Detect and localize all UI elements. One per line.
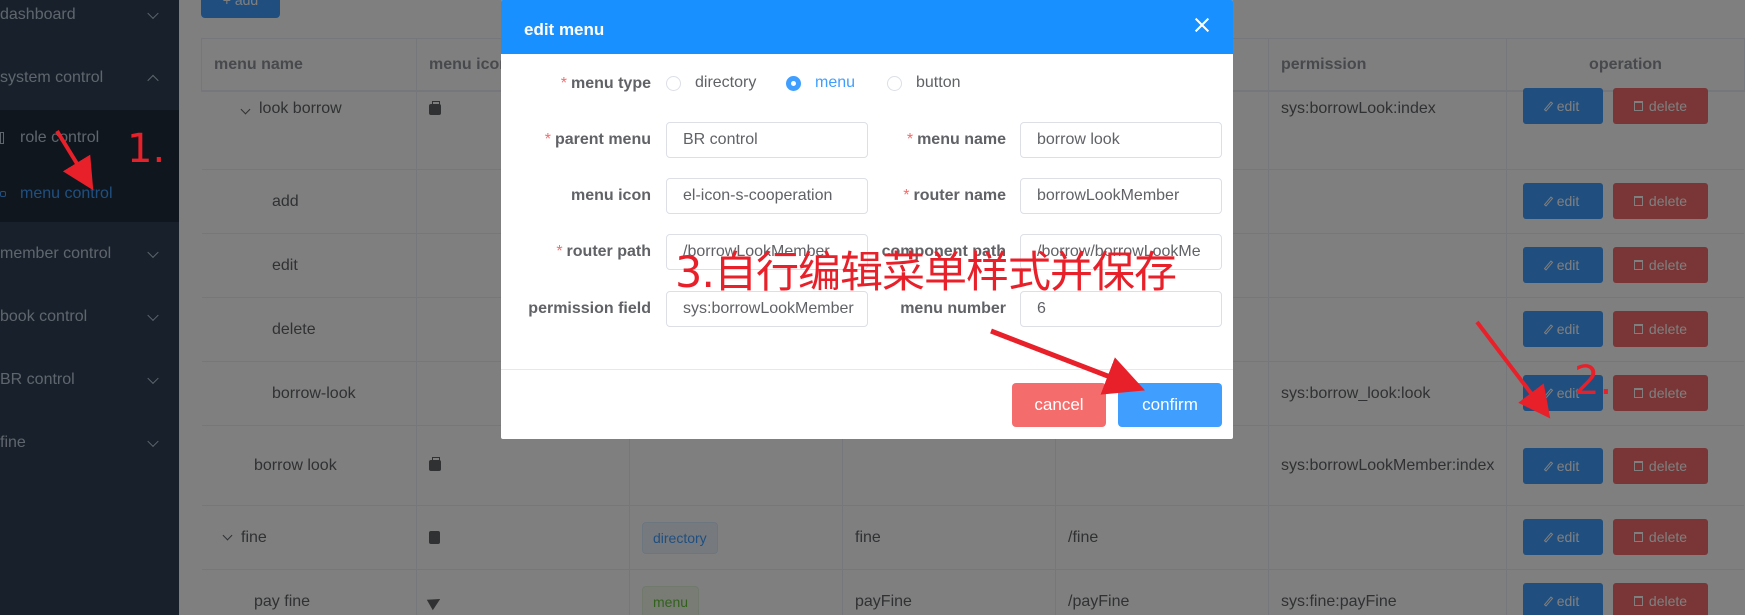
required-mark: *: [544, 131, 551, 148]
confirm-button[interactable]: confirm: [1118, 383, 1222, 427]
radio-label: menu: [815, 74, 856, 91]
router-path-label-text: router path: [566, 243, 651, 260]
dialog-title: edit menu: [524, 20, 605, 39]
radio-button[interactable]: button: [887, 74, 960, 92]
parent-menu-select[interactable]: BR control: [666, 122, 868, 158]
router-path-label: * router path: [511, 234, 651, 270]
dialog-header: edit menu: [501, 0, 1233, 54]
radio-directory[interactable]: directory: [666, 74, 756, 92]
annotation-step-3: 3.自行编辑菜单样式并保存: [675, 248, 1177, 298]
radio-label: directory: [695, 74, 757, 91]
menu-type-label-text: menu type: [570, 75, 651, 92]
annotation-step-1: 1.: [127, 126, 166, 172]
radio-label: button: [916, 74, 961, 91]
annotation-step-2: 2.: [1574, 358, 1613, 404]
parent-menu-label-text: parent menu: [554, 131, 651, 148]
router-name-label-text: router name: [913, 187, 1006, 204]
router-name-input[interactable]: borrowLookMember: [1020, 178, 1222, 214]
menu-name-label: * menu name: [871, 122, 1006, 158]
required-mark: *: [560, 75, 567, 92]
cancel-button[interactable]: cancel: [1012, 383, 1106, 427]
radio-menu[interactable]: menu: [786, 74, 855, 92]
radio-dot: [786, 75, 801, 91]
menu-name-input[interactable]: borrow look: [1020, 122, 1222, 158]
menu-type-label: * menu type: [511, 66, 651, 102]
edit-menu-dialog: edit menu * menu type directory menu butt…: [501, 0, 1233, 439]
dialog-footer-divider: [501, 369, 1233, 370]
permission-field-label: permission field: [528, 300, 651, 317]
router-name-label: * router name: [871, 178, 1006, 214]
required-mark: *: [906, 131, 914, 148]
radio-dot: [666, 75, 681, 91]
menu-name-label-text: menu name: [917, 131, 1006, 148]
radio-dot: [887, 75, 902, 91]
close-icon[interactable]: [1193, 16, 1211, 34]
required-mark: *: [903, 187, 910, 204]
menu-icon-label: menu icon: [570, 187, 651, 204]
menu-icon-input[interactable]: el-icon-s-cooperation: [666, 178, 868, 214]
parent-menu-label: * parent menu: [511, 122, 651, 158]
required-mark: *: [556, 243, 563, 260]
